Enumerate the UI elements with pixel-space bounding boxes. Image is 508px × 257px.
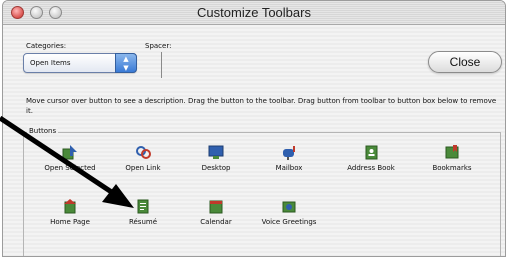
annotation-arrow <box>0 115 134 208</box>
